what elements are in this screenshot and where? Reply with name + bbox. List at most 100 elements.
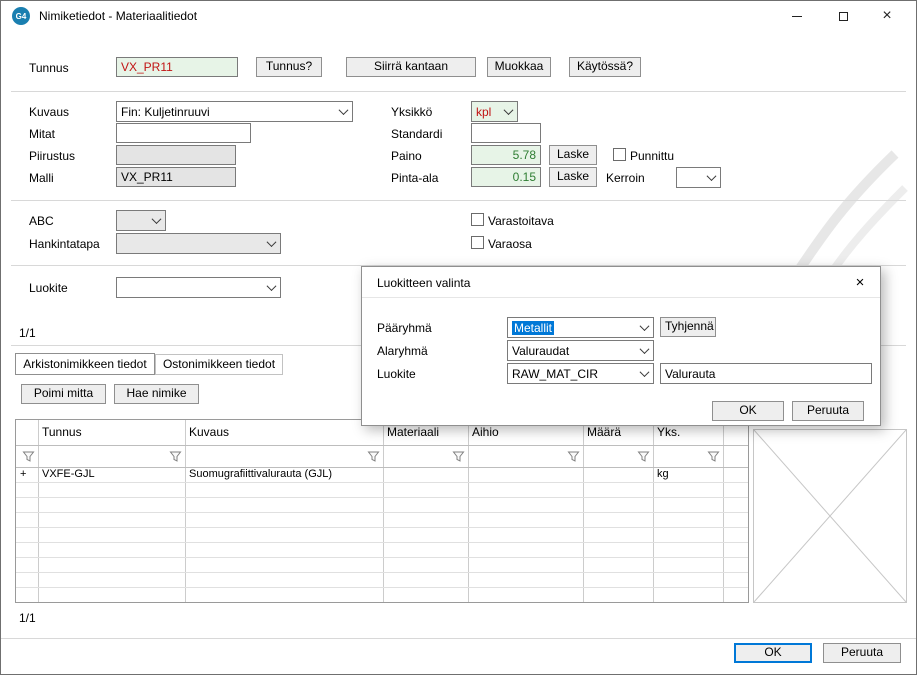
luokitteen-valinta-dialog: Luokitteen valinta × Pääryhmä Metallit T… [361, 266, 881, 426]
yksikko-dropdown[interactable]: kpl [471, 101, 518, 122]
luokite-name-input[interactable] [660, 363, 872, 384]
piirustus-label: Piirustus [29, 149, 75, 163]
alaryhma-value: Valuraudat [512, 344, 569, 358]
peruuta-button[interactable]: Peruuta [823, 643, 901, 663]
tab-arkistonimikkeen-tiedot[interactable]: Arkistonimikkeen tiedot [15, 353, 155, 375]
chevron-down-icon[interactable] [500, 102, 517, 121]
filter-funnel-icon[interactable] [707, 450, 720, 463]
pinta-ala-label: Pinta-ala [391, 171, 438, 185]
maximize-button[interactable] [822, 1, 864, 31]
dialog-luokite-label: Luokite [377, 367, 416, 381]
varastoitava-label: Varastoitava [488, 214, 554, 228]
filter-funnel-icon[interactable] [367, 450, 380, 463]
pinta-ala-input[interactable] [471, 167, 541, 187]
hankintatapa-dropdown[interactable] [116, 233, 281, 254]
table-grid-line [16, 527, 748, 528]
table-cell-tunnus[interactable]: VXFE-GJL [38, 467, 185, 482]
paino-label: Paino [391, 149, 422, 163]
title-bar: G4 Nimiketiedot - Materiaalitiedot × [1, 1, 916, 31]
standardi-label: Standardi [391, 127, 442, 141]
poimi-mitta-button[interactable]: Poimi mitta [21, 384, 106, 404]
chevron-down-icon[interactable] [335, 102, 352, 121]
paaryhma-label: Pääryhmä [377, 321, 432, 335]
column-header-kuvaus[interactable]: Kuvaus [185, 420, 383, 445]
tunnus-input[interactable] [116, 57, 238, 77]
varaosa-checkbox[interactable] [471, 236, 484, 249]
kerroin-dropdown[interactable] [676, 167, 721, 188]
kuvaus-dropdown[interactable]: Fin: Kuljetinruuvi [116, 101, 353, 122]
luokite-dropdown[interactable] [116, 277, 281, 298]
filter-funnel-icon[interactable] [567, 450, 580, 463]
dialog-luokite-dropdown[interactable]: RAW_MAT_CIR [507, 363, 654, 384]
pager-bottom: 1/1 [19, 611, 36, 625]
mitat-input[interactable] [116, 123, 251, 143]
column-header-tunnus[interactable]: Tunnus [38, 420, 185, 445]
hae-nimike-button[interactable]: Hae nimike [114, 384, 199, 404]
table-grid-line [16, 542, 748, 543]
kaytossa-button[interactable]: Käytössä? [569, 57, 641, 77]
yksikko-value: kpl [476, 105, 491, 119]
muokkaa-button[interactable]: Muokkaa [487, 57, 551, 77]
kerroin-label: Kerroin [606, 171, 645, 185]
placeholder-cross-icon [754, 430, 906, 602]
minimize-button[interactable] [776, 1, 818, 31]
table-column-divider [383, 420, 384, 602]
kuvaus-label: Kuvaus [29, 105, 69, 119]
filter-funnel-icon[interactable] [22, 450, 35, 463]
dialog-title: Luokitteen valinta [377, 276, 470, 290]
malli-input[interactable] [116, 167, 236, 187]
tab-ostonimikkeen-tiedot[interactable]: Ostonimikkeen tiedot [155, 354, 283, 375]
table-header-divider [16, 445, 748, 446]
chevron-down-icon[interactable] [263, 278, 280, 297]
table-cell-yks[interactable]: kg [653, 467, 723, 482]
filter-funnel-icon[interactable] [169, 450, 182, 463]
chevron-down-icon[interactable] [148, 211, 165, 230]
paaryhma-value: Metallit [512, 321, 554, 335]
table-cell-kuvaus[interactable]: Suomugrafiittivalurauta (GJL) [185, 467, 383, 482]
footer-separator [1, 638, 916, 639]
image-placeholder [753, 429, 907, 603]
chevron-down-icon[interactable] [263, 234, 280, 253]
paaryhma-dropdown[interactable]: Metallit [507, 317, 654, 338]
tyhjenna-button[interactable]: Tyhjennä [660, 317, 716, 337]
separator [11, 200, 906, 201]
siirra-kantaan-button[interactable]: Siirrä kantaan [346, 57, 476, 77]
dialog-close-button[interactable]: × [850, 272, 870, 292]
minimize-icon [792, 16, 802, 17]
paino-input[interactable] [471, 145, 541, 165]
separator [11, 91, 906, 92]
close-button[interactable]: × [866, 1, 908, 31]
laske-paino-button[interactable]: Laske [549, 145, 597, 165]
abc-label: ABC [29, 214, 54, 228]
dialog-title-divider [362, 297, 880, 298]
table-grid-line [16, 587, 748, 588]
varastoitava-checkbox[interactable] [471, 213, 484, 226]
maximize-icon [839, 12, 848, 21]
alaryhma-label: Alaryhmä [377, 344, 428, 358]
ok-button[interactable]: OK [734, 643, 812, 663]
window-title: Nimiketiedot - Materiaalitiedot [39, 9, 197, 23]
tunnus-label: Tunnus [29, 61, 69, 75]
table-row-marker[interactable]: + [16, 467, 38, 482]
standardi-input[interactable] [471, 123, 541, 143]
pager-top: 1/1 [19, 326, 36, 340]
tunnus-query-button[interactable]: Tunnus? [256, 57, 322, 77]
dialog-ok-button[interactable]: OK [712, 401, 784, 421]
punnittu-label: Punnittu [630, 149, 674, 163]
piirustus-input[interactable] [116, 145, 236, 165]
chevron-down-icon[interactable] [636, 318, 653, 337]
filter-funnel-icon[interactable] [637, 450, 650, 463]
chevron-down-icon[interactable] [703, 168, 720, 187]
close-icon: × [882, 8, 891, 24]
filter-funnel-icon[interactable] [452, 450, 465, 463]
table-grid-line [16, 557, 748, 558]
alaryhma-dropdown[interactable]: Valuraudat [507, 340, 654, 361]
dialog-peruuta-button[interactable]: Peruuta [792, 401, 864, 421]
abc-dropdown[interactable] [116, 210, 166, 231]
punnittu-checkbox[interactable] [613, 148, 626, 161]
chevron-down-icon[interactable] [636, 341, 653, 360]
table-column-divider [723, 420, 724, 602]
chevron-down-icon[interactable] [636, 364, 653, 383]
laske-pinta-ala-button[interactable]: Laske [549, 167, 597, 187]
table-grid-line [16, 572, 748, 573]
